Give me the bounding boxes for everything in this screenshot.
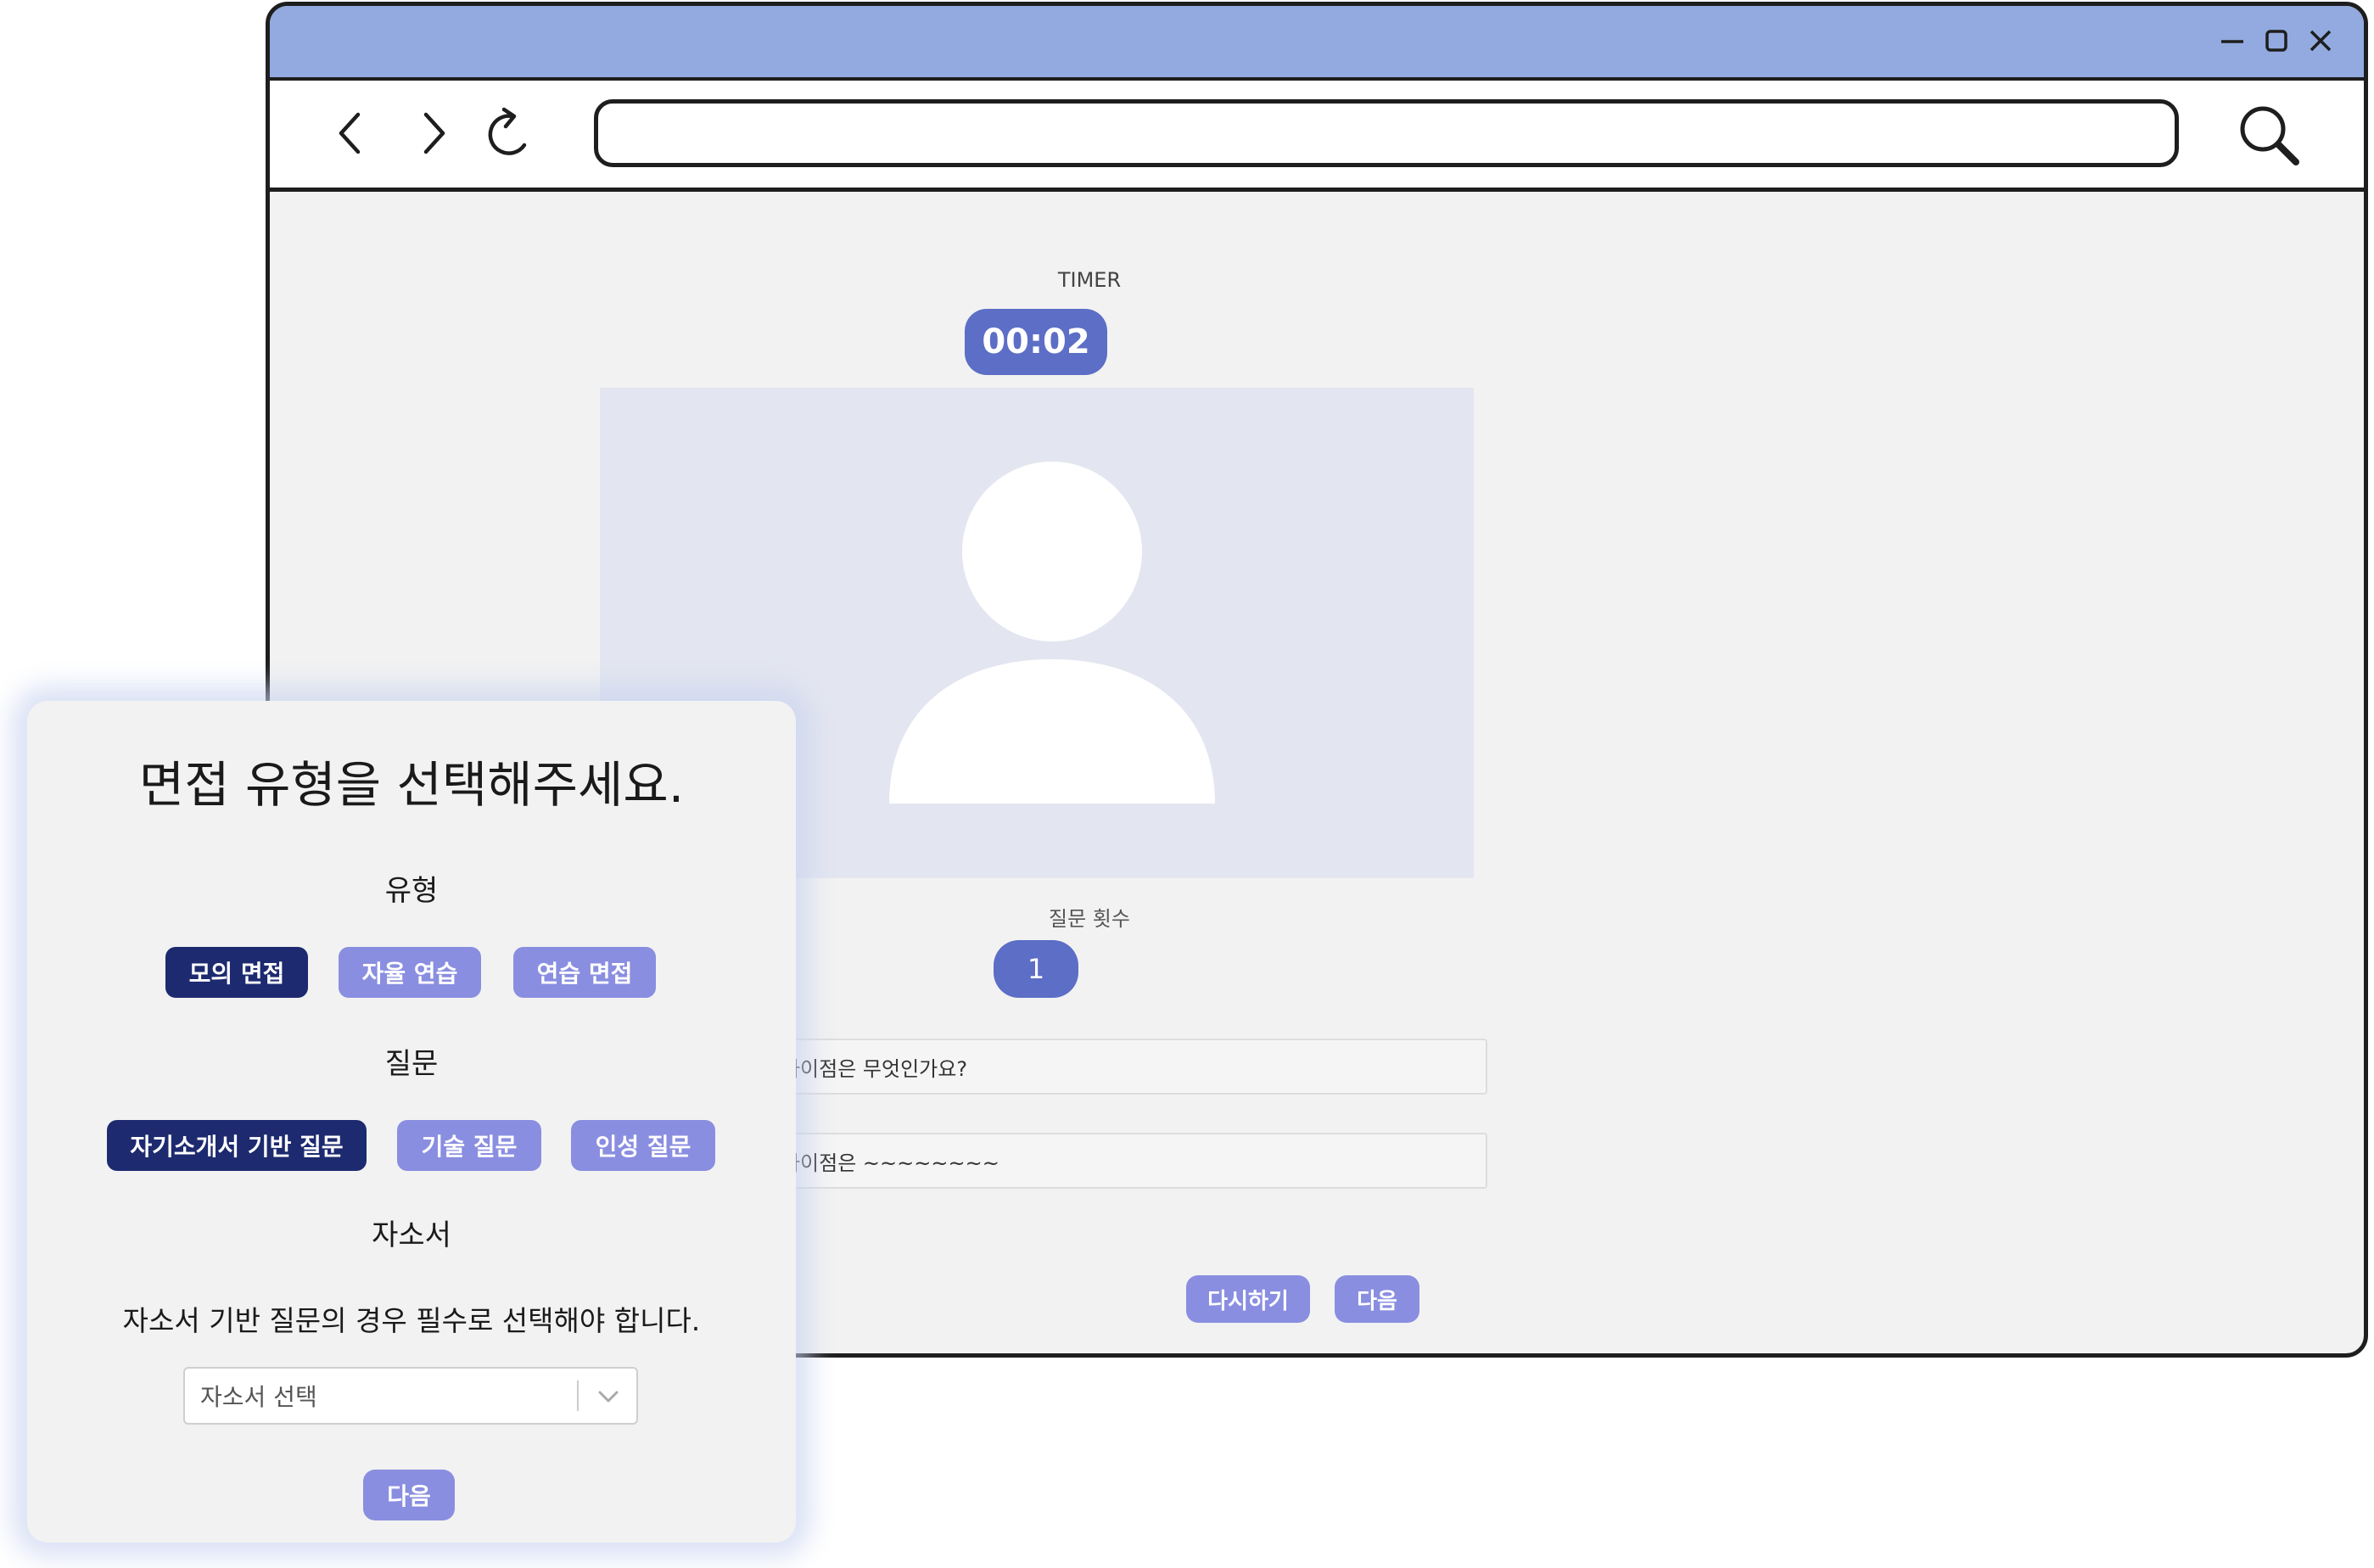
question-option-personality[interactable]: 인성 질문 [571, 1120, 715, 1171]
type-option-free[interactable]: 자율 연습 [339, 947, 481, 998]
timer-display: 00:02 [965, 309, 1107, 375]
question-option-technical[interactable]: 기술 질문 [397, 1120, 541, 1171]
title-bar [270, 6, 2364, 81]
address-bar[interactable] [594, 99, 2179, 167]
type-heading: 유형 [384, 874, 439, 908]
close-icon[interactable] [2304, 25, 2337, 57]
maximize-icon[interactable] [2260, 25, 2293, 57]
question-count-badge: 1 [994, 940, 1078, 998]
type-option-mock[interactable]: 모의 면접 [165, 947, 308, 998]
resume-heading: 자소서 [372, 1218, 451, 1252]
interview-type-panel: 면접 유형을 선택해주세요. 유형 모의 면접 자율 연습 연습 면접 질문 자… [27, 701, 796, 1543]
reload-icon[interactable] [484, 106, 535, 160]
question-heading: 질문 [384, 1047, 439, 1081]
timer-label: TIMER [1057, 268, 1122, 292]
type-option-practice[interactable]: 연습 면접 [513, 947, 656, 998]
browser-toolbar [270, 81, 2364, 192]
resume-select-placeholder: 자소서 선택 [200, 1383, 317, 1411]
chevron-down-icon[interactable] [596, 1386, 621, 1408]
panel-title: 면접 유형을 선택해주세요. [138, 756, 685, 814]
select-divider [577, 1380, 579, 1411]
next-question-button[interactable]: 다음 [1335, 1275, 1419, 1323]
chevron-right-icon[interactable] [407, 106, 458, 160]
chevron-left-icon[interactable] [326, 106, 377, 160]
resume-note: 자소서 기반 질문의 경우 필수로 선택해야 합니다. [122, 1304, 701, 1337]
resume-select[interactable]: 자소서 선택 [183, 1367, 638, 1425]
panel-next-button[interactable]: 다음 [363, 1470, 455, 1520]
search-icon[interactable] [2237, 103, 2301, 167]
retry-button[interactable]: 다시하기 [1186, 1275, 1310, 1323]
question-option-resume[interactable]: 자기소개서 기반 질문 [107, 1120, 367, 1171]
minimize-icon[interactable] [2216, 25, 2248, 57]
question-count-label: 질문 횟수 [1049, 907, 1130, 931]
